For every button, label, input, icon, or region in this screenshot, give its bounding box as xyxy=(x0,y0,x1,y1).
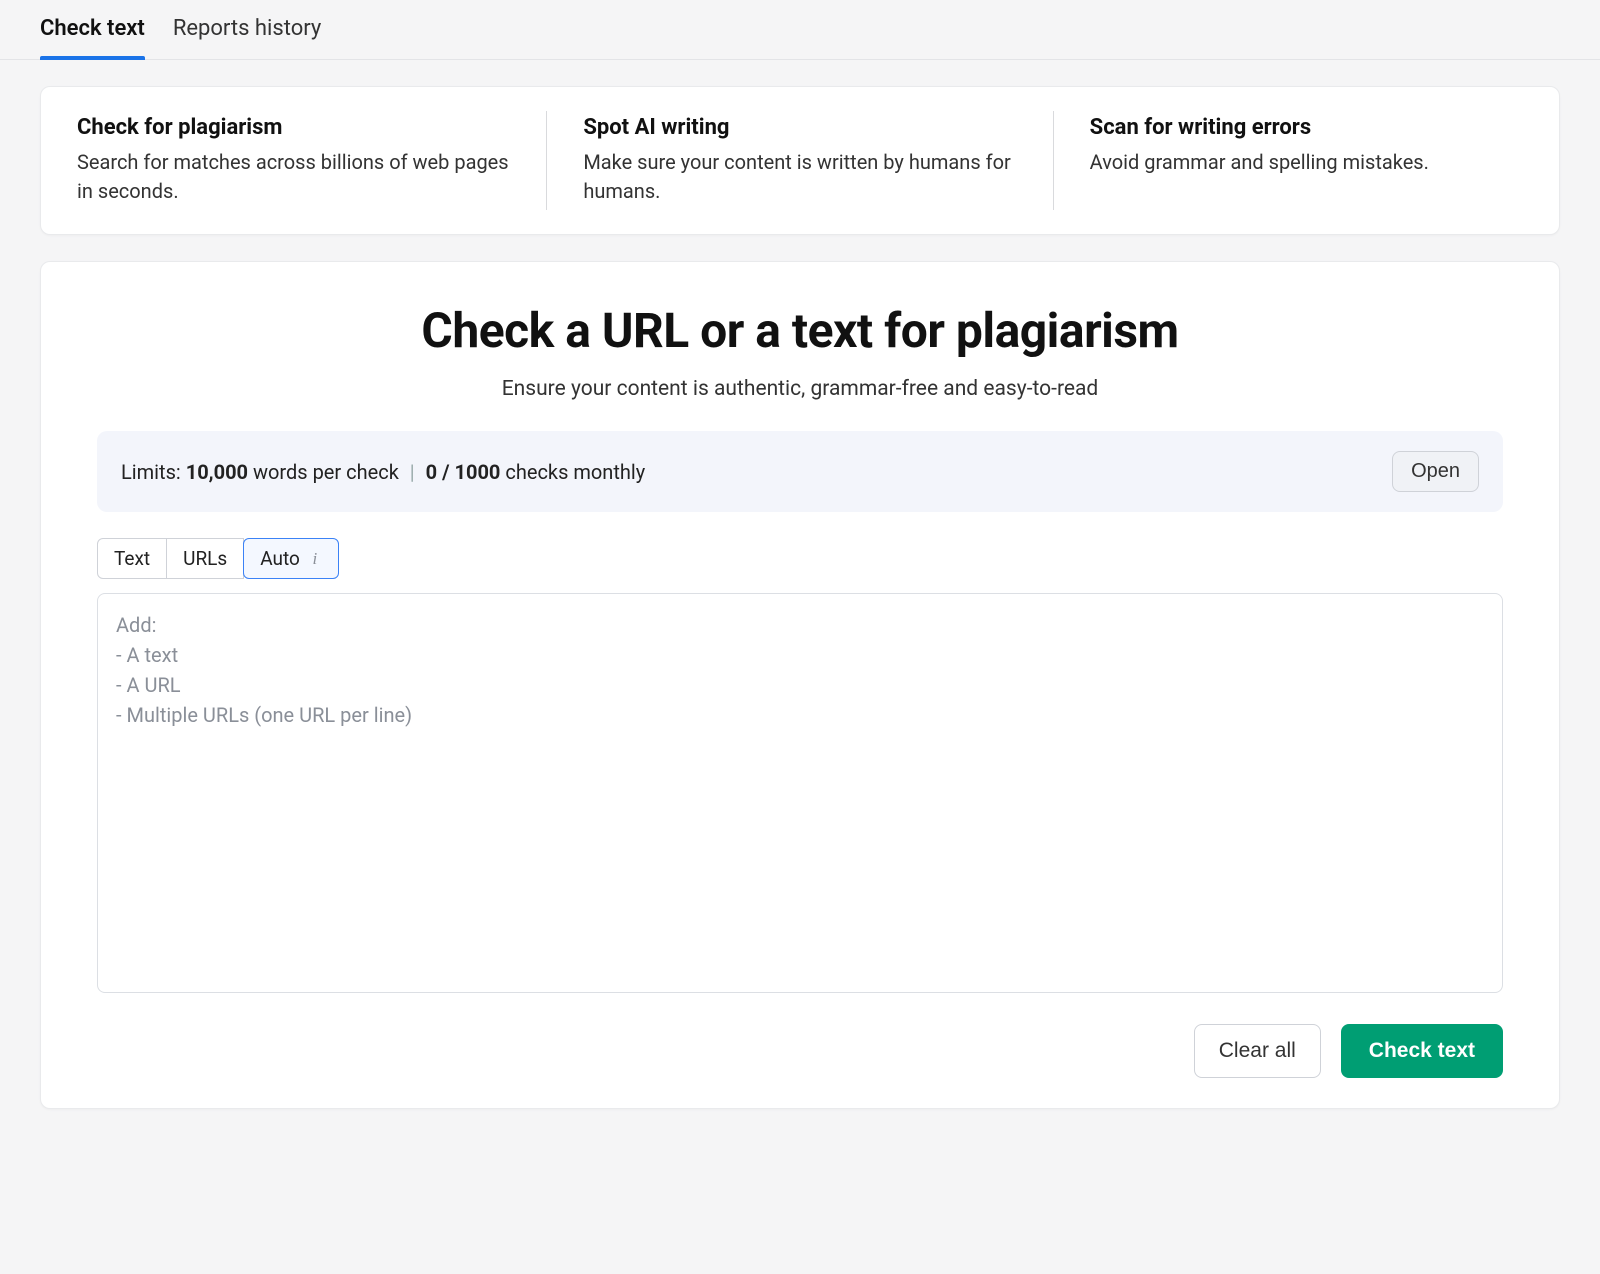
page-title: Check a URL or a text for plagiarism xyxy=(97,302,1503,359)
info-icon[interactable]: i xyxy=(308,550,322,567)
top-tabs: Check text Reports history xyxy=(0,0,1600,60)
feature-desc: Search for matches across billions of we… xyxy=(77,148,510,206)
limits-words-count: 10,000 xyxy=(186,460,248,484)
feature-ai-writing: Spot AI writing Make sure your content i… xyxy=(546,111,1052,210)
mode-tab-text[interactable]: Text xyxy=(97,538,167,579)
content-input[interactable] xyxy=(97,593,1503,993)
mode-tab-urls[interactable]: URLs xyxy=(167,538,244,579)
feature-desc: Make sure your content is written by hum… xyxy=(583,148,1016,206)
limits-divider: | xyxy=(405,460,420,484)
feature-plagiarism: Check for plagiarism Search for matches … xyxy=(41,111,546,210)
feature-writing-errors: Scan for writing errors Avoid grammar an… xyxy=(1053,111,1559,210)
limits-checks-used: 0 / 1000 xyxy=(426,460,501,484)
mode-tab-label: Auto xyxy=(260,547,300,570)
main-card: Check a URL or a text for plagiarism Ens… xyxy=(40,261,1560,1109)
page-subtitle: Ensure your content is authentic, gramma… xyxy=(97,377,1503,401)
mode-tab-label: Text xyxy=(114,547,150,570)
features-card: Check for plagiarism Search for matches … xyxy=(40,86,1560,235)
open-limits-button[interactable]: Open xyxy=(1392,451,1479,492)
limits-prefix: Limits: xyxy=(121,460,186,484)
feature-title: Scan for writing errors xyxy=(1090,115,1523,140)
feature-title: Spot AI writing xyxy=(583,115,1016,140)
action-row: Clear all Check text xyxy=(97,1024,1503,1078)
feature-title: Check for plagiarism xyxy=(77,115,510,140)
clear-all-button[interactable]: Clear all xyxy=(1194,1024,1321,1078)
mode-tab-label: URLs xyxy=(183,547,227,570)
tab-check-text[interactable]: Check text xyxy=(40,0,145,59)
limits-checks-suffix: checks monthly xyxy=(500,460,645,484)
mode-tab-auto[interactable]: Auto i xyxy=(243,538,339,579)
input-mode-tabs: Text URLs Auto i xyxy=(97,538,339,579)
limits-row: Limits: 10,000 words per check | 0 / 100… xyxy=(97,431,1503,512)
limits-text: Limits: 10,000 words per check | 0 / 100… xyxy=(121,460,645,484)
feature-desc: Avoid grammar and spelling mistakes. xyxy=(1090,148,1523,177)
tab-reports-history[interactable]: Reports history xyxy=(173,0,322,59)
limits-words-suffix: words per check xyxy=(248,460,399,484)
check-text-button[interactable]: Check text xyxy=(1341,1024,1503,1078)
